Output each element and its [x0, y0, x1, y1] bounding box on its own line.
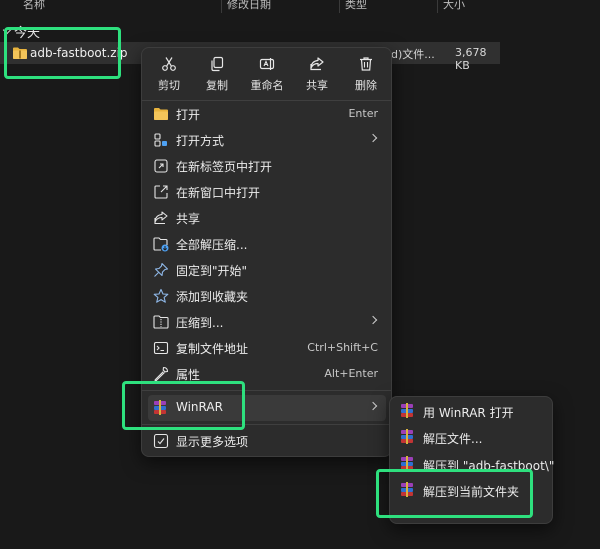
new-tab-icon [154, 159, 168, 173]
menu-item-extract-all[interactable]: 全部解压缩... [148, 231, 386, 257]
folder-icon [154, 108, 168, 120]
menu-item-label: 在新标签页中打开 [176, 160, 273, 174]
chevron-right-icon [368, 401, 378, 411]
copy-path-icon [153, 341, 169, 355]
menu-item-show-more[interactable]: 显示更多选项 [148, 428, 386, 454]
quick-action-bar: 剪切 复制 重命名 共享 删除 [142, 48, 391, 100]
pin-icon [154, 262, 169, 277]
copy-label: 复制 [206, 79, 228, 92]
rename-label: 重命名 [250, 79, 284, 92]
shortcut-text: Ctrl+Shift+C [307, 341, 378, 354]
share-icon [154, 211, 168, 225]
winrar-icon [400, 403, 414, 418]
rename-icon [259, 58, 275, 70]
annotation-box-file [4, 27, 121, 79]
menu-item-compress-to[interactable]: 压缩到... [148, 309, 386, 335]
wrench-icon [154, 366, 169, 382]
column-header: 名称 修改日期 类型 大小 [0, 0, 600, 14]
open-with-icon [154, 133, 167, 147]
annotation-box-winrar [122, 381, 245, 430]
menu-item-open-new-tab[interactable]: 在新标签页中打开 [148, 153, 386, 179]
share-quick-label: 共享 [306, 79, 328, 92]
compress-icon [153, 315, 169, 329]
copy-icon [211, 56, 224, 72]
winrar-icon [400, 429, 414, 444]
copy-button[interactable]: 复制 [194, 54, 240, 96]
file-size: 3,678 KB [455, 46, 487, 72]
submenu-label: 用 WinRAR 打开 [423, 406, 514, 420]
submenu-extract-files[interactable]: 解压文件... [396, 424, 546, 450]
star-icon [153, 288, 169, 303]
extract-all-icon [153, 237, 169, 252]
menu-item-open-new-window[interactable]: 在新窗口中打开 [148, 179, 386, 205]
menu-item-label: 全部解压缩... [176, 238, 248, 252]
new-window-icon [154, 185, 168, 199]
shortcut-text: Alt+Enter [324, 367, 378, 380]
rename-button[interactable]: 重命名 [244, 54, 290, 96]
delete-label: 删除 [355, 79, 377, 92]
more-options-icon [153, 433, 169, 449]
menu-item-pin-start[interactable]: 固定到"开始" [148, 257, 386, 283]
menu-item-label: 固定到"开始" [176, 264, 248, 278]
column-size[interactable]: 大小 [437, 0, 465, 13]
menu-item-label: 打开方式 [176, 134, 225, 148]
menu-item-label: 打开 [176, 108, 201, 122]
column-type[interactable]: 类型 [339, 0, 367, 13]
scissors-icon [162, 57, 176, 71]
menu-item-label: 添加到收藏夹 [176, 290, 249, 304]
delete-button[interactable]: 删除 [343, 54, 389, 96]
menu-item-label: 在新窗口中打开 [176, 186, 261, 200]
menu-item-share[interactable]: 共享 [148, 205, 386, 231]
menu-item-label: 复制文件地址 [176, 342, 249, 356]
menu-item-open[interactable]: 打开 Enter [148, 101, 386, 127]
trash-icon [360, 57, 372, 71]
chevron-right-icon [368, 133, 378, 143]
menu-item-label: 共享 [176, 212, 201, 226]
submenu-open-with-winrar[interactable]: 用 WinRAR 打开 [396, 398, 546, 424]
cut-button[interactable]: 剪切 [146, 54, 192, 96]
submenu-label: 解压文件... [423, 432, 483, 446]
file-type: d)文件... [391, 48, 435, 61]
menu-item-label: 压缩到... [176, 316, 224, 330]
share-quick-button[interactable]: 共享 [294, 54, 340, 96]
share-icon [310, 57, 324, 71]
menu-item-label: 显示更多选项 [176, 435, 249, 449]
annotation-box-extract-here [376, 469, 533, 518]
shortcut-text: Enter [348, 107, 378, 120]
column-date[interactable]: 修改日期 [221, 0, 271, 13]
cut-label: 剪切 [158, 79, 180, 92]
column-name[interactable]: 名称 [18, 0, 45, 13]
menu-item-open-with[interactable]: 打开方式 [148, 127, 386, 153]
menu-item-copy-path[interactable]: 复制文件地址 Ctrl+Shift+C [148, 335, 386, 361]
chevron-right-icon [368, 315, 378, 325]
menu-item-add-favorites[interactable]: 添加到收藏夹 [148, 283, 386, 309]
